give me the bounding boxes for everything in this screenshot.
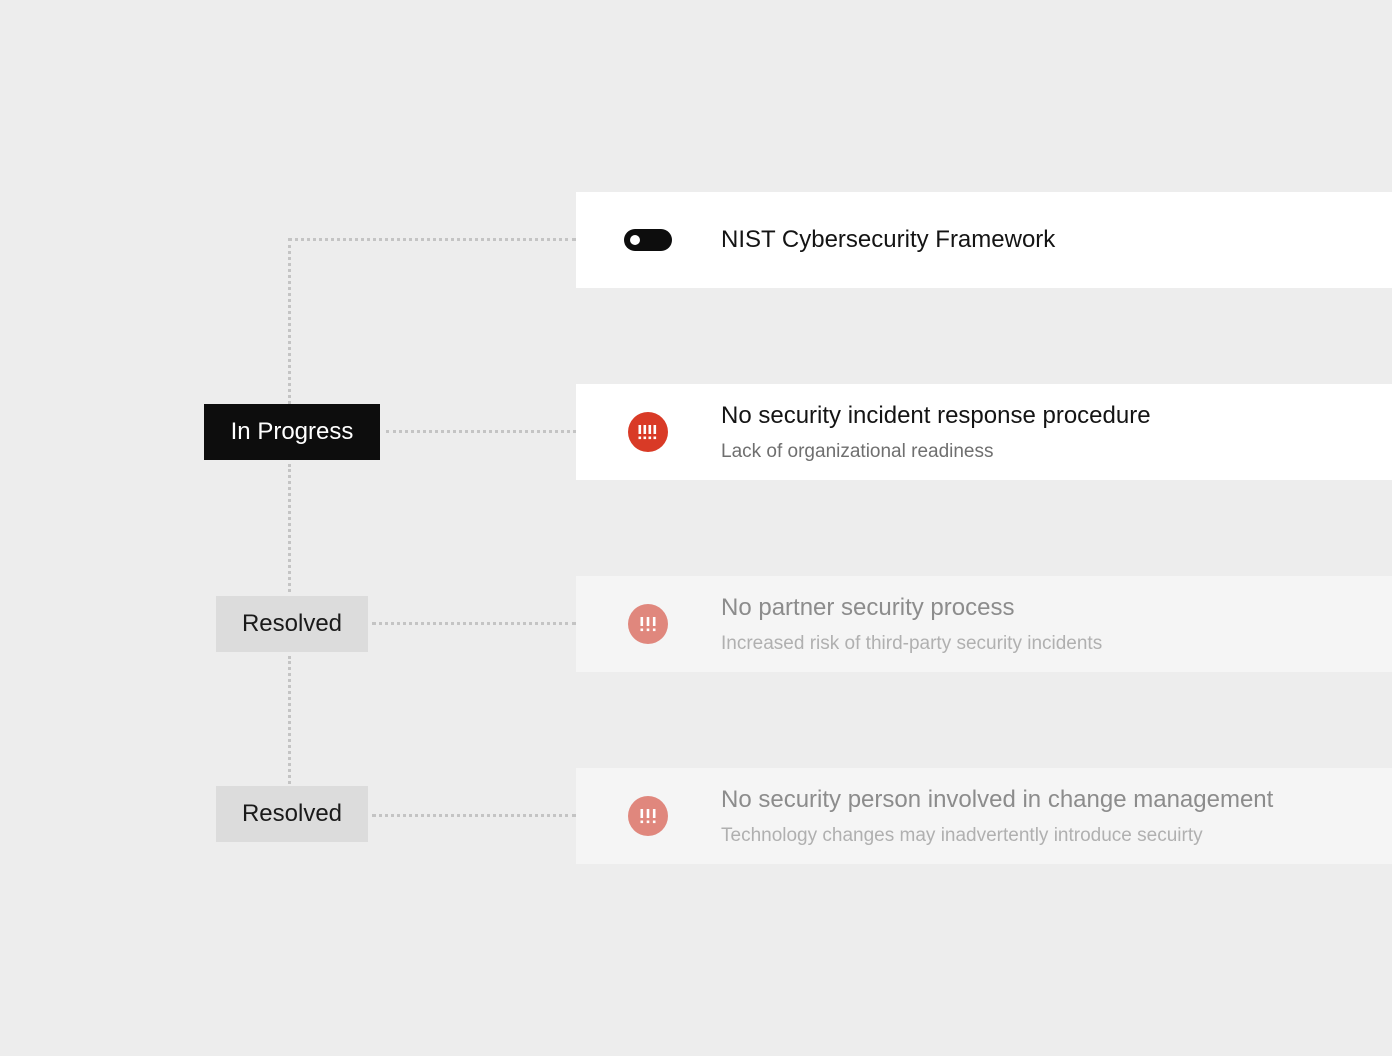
issue-subtitle: Technology changes may inadvertently int…: [721, 825, 1203, 846]
issue-title: No security person involved in change ma…: [721, 786, 1274, 813]
alert-icon: [628, 604, 668, 644]
alert-icon: [628, 796, 668, 836]
toggle-knob: [630, 235, 640, 245]
connector-vertical: [288, 238, 291, 404]
issue-card[interactable]: No partner security process Increased ri…: [576, 576, 1392, 672]
status-badge-in-progress[interactable]: In Progress: [204, 404, 380, 460]
framework-title: NIST Cybersecurity Framework: [721, 226, 1056, 253]
issue-title: No partner security process: [721, 594, 1015, 621]
issue-card[interactable]: No security person involved in change ma…: [576, 768, 1392, 864]
connector-horizontal: [288, 238, 576, 241]
connector-horizontal: [372, 622, 576, 625]
issue-card[interactable]: No security incident response procedure …: [576, 384, 1392, 480]
connector-horizontal: [372, 814, 576, 817]
issue-subtitle: Lack of organizational readiness: [721, 441, 994, 462]
issue-title: No security incident response procedure: [721, 402, 1151, 429]
toggle-icon[interactable]: [624, 229, 672, 251]
status-badge-resolved[interactable]: Resolved: [216, 786, 368, 842]
connector-vertical: [288, 464, 291, 592]
alert-icon: [628, 412, 668, 452]
issue-subtitle: Increased risk of third-party security i…: [721, 633, 1103, 654]
status-badge-resolved[interactable]: Resolved: [216, 596, 368, 652]
connector-vertical: [288, 656, 291, 784]
framework-card[interactable]: NIST Cybersecurity Framework: [576, 192, 1392, 288]
connector-horizontal: [386, 430, 576, 433]
